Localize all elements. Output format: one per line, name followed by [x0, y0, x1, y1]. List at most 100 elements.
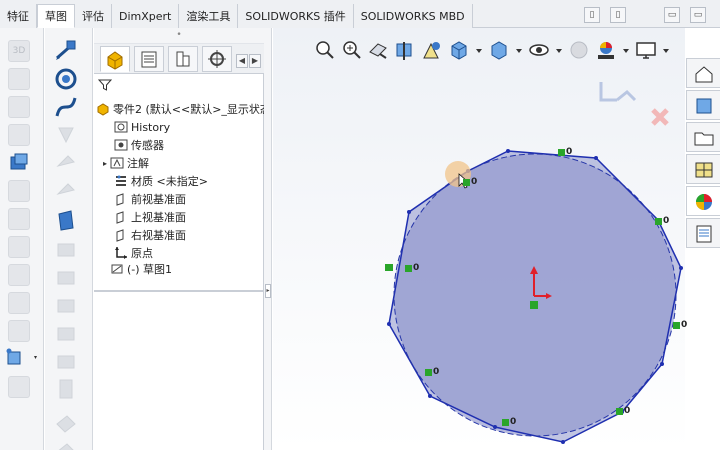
view-settings-icon[interactable] — [634, 38, 658, 62]
tree-item-sketch1[interactable]: (-) 草图1 — [100, 260, 264, 278]
appearances-scenes-tab[interactable] — [686, 186, 720, 216]
offset-entities-icon[interactable] — [53, 208, 79, 234]
convert-entities-icon[interactable] — [8, 152, 30, 174]
disabled-tool-icon — [53, 178, 79, 204]
line-tool-icon[interactable] — [53, 38, 79, 64]
tree-item-label: 注解 — [127, 157, 149, 170]
tab-solidworks-addins[interactable]: SOLIDWORKS 插件 — [238, 4, 354, 28]
collapse-panel-icon[interactable]: ▸ — [265, 284, 271, 298]
feature-manager-tabs: ◀ ▶ — [94, 44, 264, 74]
disabled-tool-icon — [8, 208, 30, 230]
tab-sketch[interactable]: 草图 — [37, 4, 75, 28]
tab-features[interactable]: 特征 — [0, 4, 37, 28]
dropdown-arrow-icon[interactable] — [554, 38, 564, 62]
relation-value: 0 — [566, 147, 573, 157]
disabled-tool-icon — [53, 264, 79, 290]
display-style-icon[interactable] — [487, 38, 511, 62]
filter-icon[interactable] — [97, 78, 113, 92]
tree-item-top-plane[interactable]: 上视基准面 — [114, 208, 264, 226]
zoom-to-fit-icon[interactable] — [312, 38, 336, 62]
restore-left-icon[interactable]: ▯ — [584, 7, 600, 23]
tree-item-label: History — [131, 120, 171, 134]
relation-label-bottom[interactable]: 0 — [502, 417, 516, 427]
disabled-tool-icon — [53, 376, 79, 402]
3d-sketch-icon[interactable]: 3D — [8, 40, 30, 62]
disabled-tool-icon — [8, 68, 30, 90]
configuration-manager-tab[interactable] — [168, 46, 198, 72]
panel-drag-handle[interactable]: • — [94, 28, 264, 44]
relation-label-left[interactable]: 0 — [405, 263, 419, 273]
tab-solidworks-mbd[interactable]: SOLIDWORKS MBD — [353, 4, 473, 28]
relation-label-upper-right[interactable]: 0 — [655, 216, 669, 226]
disabled-tool-icon — [8, 292, 30, 314]
exit-sketch-icon[interactable] — [599, 82, 637, 102]
relation-label-cursor[interactable]: 0 — [463, 177, 477, 187]
cancel-sketch-icon[interactable] — [651, 108, 669, 126]
tree-item-front-plane[interactable]: 前视基准面 — [114, 190, 264, 208]
disabled-tool-icon — [53, 150, 79, 176]
tree-item-material[interactable]: 材质 <未指定> — [114, 172, 264, 190]
tree-item-annotations[interactable]: ▸ 注解 — [100, 154, 264, 172]
sketch-canvas[interactable] — [273, 28, 685, 450]
disabled-tool-icon — [53, 410, 79, 436]
heads-up-view-toolbar — [312, 38, 671, 64]
zoom-to-area-icon[interactable] — [339, 38, 363, 62]
custom-properties-tab[interactable] — [686, 218, 720, 248]
property-manager-tab[interactable] — [134, 46, 164, 72]
design-library-tab[interactable] — [686, 90, 720, 120]
relation-label-top[interactable]: 0 — [558, 147, 572, 157]
expand-arrow-icon[interactable]: ▸ — [100, 159, 110, 168]
spline-tool-icon[interactable] — [53, 94, 79, 120]
tree-root-part[interactable]: 零件2 (默认<<默认>_显示状态 — [96, 100, 266, 118]
disabled-tool-icon — [8, 236, 30, 258]
solidworks-resources-tab[interactable] — [686, 58, 720, 88]
disabled-tool-icon — [8, 96, 30, 118]
edit-appearance-icon[interactable] — [567, 38, 591, 62]
dropdown-arrow-icon[interactable] — [474, 38, 484, 62]
graphics-area[interactable]: 0 0 0 0 0 0 0 0 — [273, 28, 687, 450]
origin-icon — [115, 247, 127, 259]
tile-alt-icon[interactable]: ▭ — [690, 7, 706, 23]
tile-icon[interactable]: ▭ — [664, 7, 680, 23]
tabs-scroll-right-icon[interactable]: ▶ — [249, 54, 261, 68]
view-palette-tab[interactable] — [686, 154, 720, 184]
relation-label-lower-left[interactable]: 0 — [425, 367, 439, 377]
dynamic-annotation-view-icon[interactable] — [420, 38, 444, 62]
disabled-tool-icon — [53, 348, 79, 374]
apply-scene-icon[interactable] — [594, 38, 618, 62]
file-explorer-tab[interactable] — [686, 122, 720, 152]
relation-icon — [502, 418, 509, 426]
relation-value: 0 — [624, 406, 631, 416]
relation-icon — [558, 148, 565, 156]
material-icon — [116, 175, 126, 186]
disabled-tool-icon — [8, 180, 30, 202]
dimxpert-manager-tab[interactable] — [202, 46, 232, 72]
tree-item-right-plane[interactable]: 右视基准面 — [114, 226, 264, 244]
dropdown-arrow-icon[interactable] — [661, 38, 671, 62]
tree-item-label: 上视基准面 — [131, 211, 186, 224]
tabs-scroll-left-icon[interactable]: ◀ — [236, 54, 248, 68]
relation-label-right[interactable]: 0 — [673, 320, 687, 330]
tab-evaluate[interactable]: 评估 — [75, 4, 112, 28]
tree-item-sensors[interactable]: 传感器 — [114, 136, 264, 154]
previous-view-icon[interactable] — [366, 38, 390, 62]
hide-show-items-icon[interactable] — [527, 38, 551, 62]
section-view-icon[interactable] — [393, 38, 417, 62]
panel-splitter[interactable]: ▸ — [264, 28, 272, 450]
relation-marker-icon[interactable] — [385, 264, 393, 271]
tree-item-history[interactable]: History — [114, 118, 264, 136]
relation-label-lower-right[interactable]: 0 — [616, 406, 630, 416]
dropdown-arrow-icon[interactable] — [621, 38, 631, 62]
feature-tree-tab[interactable] — [100, 46, 130, 72]
view-orientation-icon[interactable] — [447, 38, 471, 62]
disabled-tool-icon — [8, 376, 30, 398]
pane-right-icon[interactable]: ▯ — [610, 7, 626, 23]
circle-tool-icon[interactable] — [53, 66, 79, 92]
display-style-dropdown[interactable] — [4, 346, 38, 368]
tab-render-tools[interactable]: 渲染工具 — [179, 4, 239, 28]
tab-dimxpert[interactable]: DimXpert — [112, 4, 180, 28]
rollback-bar[interactable] — [94, 290, 264, 292]
relation-value: 0 — [663, 216, 670, 226]
relation-value: 0 — [413, 263, 420, 273]
dropdown-arrow-icon[interactable] — [514, 38, 524, 62]
